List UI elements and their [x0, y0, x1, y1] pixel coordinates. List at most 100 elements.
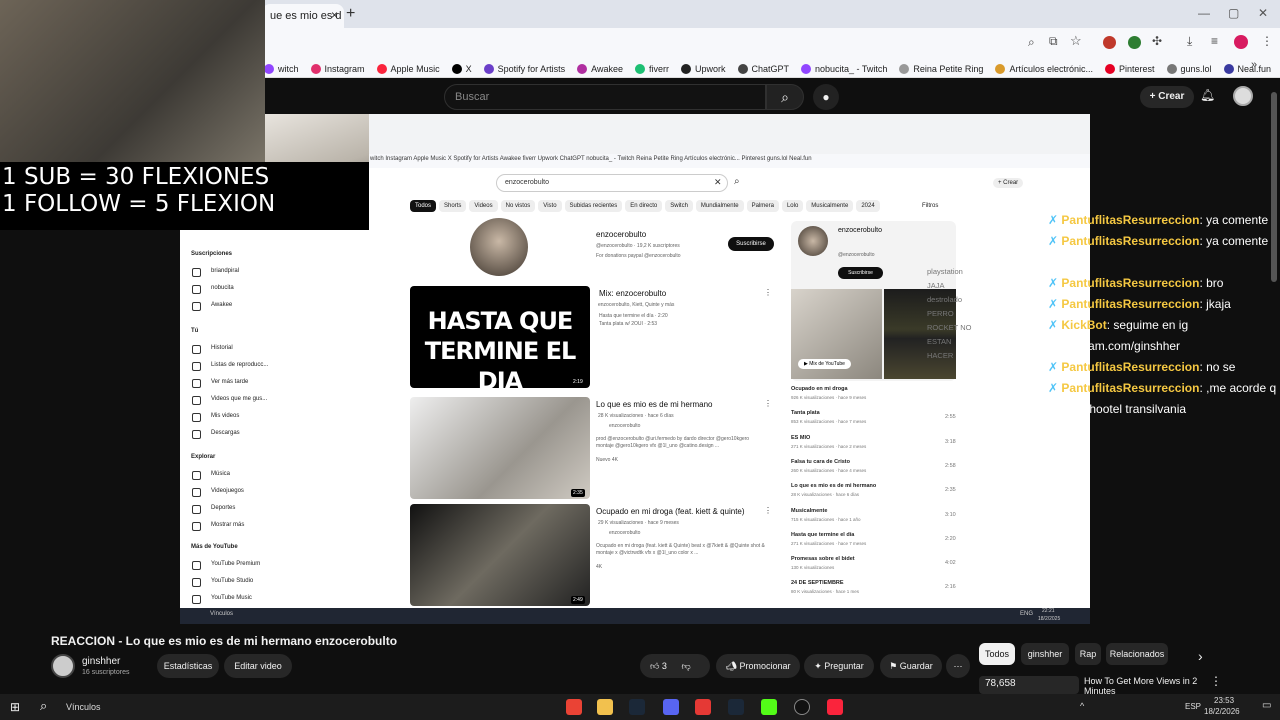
subscribe-button[interactable]: Suscribirse	[728, 237, 774, 251]
chip[interactable]: No vistos	[500, 200, 536, 212]
sidebar-item[interactable]: Mis videos	[180, 408, 370, 425]
list-item-title[interactable]: Promesas sobre el bidet	[791, 556, 956, 562]
search-button[interactable]: ⌕	[766, 84, 804, 110]
chat-username[interactable]: PantuflitasResurreccion	[1061, 213, 1199, 227]
search-icon[interactable]: ⌕	[40, 698, 47, 714]
puzzle-icon[interactable]: ✣	[1152, 34, 1162, 48]
list-item-title[interactable]: Lo que es mio es de mi hermano	[791, 483, 956, 489]
chat-username[interactable]: PantuflitasResurreccion	[1061, 276, 1199, 290]
extension-icon[interactable]	[1103, 36, 1116, 49]
bookmark-item[interactable]: Apple Music	[376, 64, 440, 74]
download-icon[interactable]: ⤓	[1187, 34, 1192, 49]
notification-icon[interactable]: ▭	[1262, 700, 1271, 711]
profile-icon[interactable]	[1234, 35, 1248, 49]
zoom-icon[interactable]: ⌕	[1028, 35, 1035, 50]
save-button[interactable]: ⚑ Guardar	[880, 654, 942, 678]
video-thumbnail[interactable]: HASTA QUE TERMINE EL DIA	[410, 286, 590, 395]
more-actions-button[interactable]: ⋯	[946, 654, 970, 678]
bookmark-item[interactable]: guns.lol	[1166, 64, 1212, 74]
language-indicator[interactable]: ESP	[1185, 702, 1201, 711]
close-window-icon[interactable]: ✕	[1258, 6, 1268, 20]
video-channel[interactable]: enzocerobulto	[609, 530, 640, 536]
search-input[interactable]: Buscar	[444, 84, 766, 110]
bookmark-item[interactable]: Artículos electrónic...	[995, 64, 1093, 74]
promote-button[interactable]: 📣︎ Promocionar	[716, 654, 800, 678]
bookmark-item[interactable]: fiverr	[634, 64, 669, 74]
sidebar-item[interactable]: nobucita	[180, 280, 370, 297]
bookmark-item[interactable]: Awakee	[577, 64, 623, 74]
channel-name[interactable]: ginshher	[82, 656, 120, 667]
sidebar-item[interactable]: Ver más tarde	[180, 374, 370, 391]
bookmark-item[interactable]: Upwork	[680, 64, 726, 74]
sidebar-item[interactable]: Videos que me gus...	[180, 391, 370, 408]
like-button[interactable]: 👍︎ 3 👎︎	[640, 654, 710, 678]
chip[interactable]: Visto	[538, 200, 562, 212]
list-item-title[interactable]: ES MIO	[791, 435, 956, 441]
chat-username[interactable]: PantuflitasResurreccion	[1061, 381, 1199, 395]
sidebar-item[interactable]: YouTube Premium	[180, 556, 370, 573]
channel-avatar[interactable]	[470, 218, 528, 276]
list-item-title[interactable]: Musicalmente	[791, 508, 956, 514]
close-icon[interactable]: ×	[331, 8, 338, 22]
cast-icon[interactable]: ⧉	[1049, 34, 1058, 49]
more-icon[interactable]: ⋮	[764, 506, 772, 515]
tray-chevron-icon[interactable]: ^	[1080, 701, 1084, 711]
more-icon[interactable]: ⋮	[764, 288, 772, 297]
bookmark-item[interactable]: Reina Petite Ring	[899, 64, 983, 74]
sidebar-item[interactable]: Mostrar más	[180, 517, 370, 534]
chip[interactable]: En directo	[625, 200, 663, 212]
list-item-title[interactable]: Hasta que termine el día	[791, 532, 956, 538]
chrome-icon[interactable]	[566, 699, 582, 715]
more-icon[interactable]: ⋮	[764, 399, 772, 408]
chat-username[interactable]: PantuflitasResurreccion	[1061, 234, 1199, 248]
inner-search-input[interactable]: enzocerobulto	[496, 174, 728, 192]
up-next-title[interactable]: How To Get More Views in 2 Minutes	[1084, 676, 1204, 696]
sidebar-item[interactable]: Historial	[180, 340, 370, 357]
channel-name[interactable]: enzocerobulto	[596, 230, 646, 239]
steam-icon[interactable]	[728, 699, 744, 715]
extension-icon[interactable]	[1128, 36, 1141, 49]
chevron-right-icon[interactable]: ›	[1198, 648, 1203, 664]
sidebar-item[interactable]: Videojuegos	[180, 483, 370, 500]
bookmark-item[interactable]: nobucita_ - Twitch	[801, 64, 887, 74]
folder-icon[interactable]	[597, 699, 613, 715]
bell-icon[interactable]: 🔔︎	[1200, 88, 1215, 102]
obs-icon[interactable]	[794, 699, 810, 715]
scrollbar[interactable]	[1271, 92, 1277, 282]
sidebar-item[interactable]: briandpiral	[180, 263, 370, 280]
related-chip[interactable]: Todos	[979, 643, 1015, 665]
chip[interactable]: Todos	[410, 200, 437, 212]
clear-icon[interactable]: ✕	[714, 177, 722, 188]
sidebar-item[interactable]: Música	[180, 466, 370, 483]
chip[interactable]: Palmera	[746, 200, 779, 212]
apple-music-icon[interactable]	[827, 699, 843, 715]
media-icon[interactable]: ≡	[1211, 34, 1218, 48]
card-avatar[interactable]	[798, 226, 828, 256]
windows-start-icon[interactable]: ⊞	[10, 700, 20, 714]
video-thumbnail[interactable]	[410, 397, 590, 499]
ask-button[interactable]: ✦ Preguntar	[804, 654, 874, 678]
browser-tab[interactable]: ue es mio es d ×	[262, 4, 344, 28]
chat-username[interactable]: PantuflitasResurreccion	[1061, 360, 1199, 374]
discord-icon[interactable]	[663, 699, 679, 715]
bookmark-item[interactable]: Neal.fun	[1223, 64, 1271, 74]
chip[interactable]: Lolo	[781, 200, 804, 212]
minimize-icon[interactable]: —	[1198, 6, 1210, 20]
maximize-icon[interactable]: ▢	[1228, 6, 1239, 20]
kick-icon[interactable]	[761, 699, 777, 715]
steam-icon[interactable]	[629, 699, 645, 715]
video-channel[interactable]: enzocerobulto	[609, 423, 640, 429]
sidebar-item[interactable]: Listas de reproducc...	[180, 357, 370, 374]
bookmark-item[interactable]: X	[451, 64, 472, 74]
chat-username[interactable]: KickBot	[1061, 318, 1106, 332]
sidebar-item[interactable]: Descargas	[180, 425, 370, 442]
video-title[interactable]: Mix: enzocerobulto	[599, 289, 666, 298]
dislike-icon[interactable]: 👎︎	[681, 661, 690, 671]
sidebar-item[interactable]: Deportes	[180, 500, 370, 517]
edit-video-button[interactable]: Editar video	[224, 654, 292, 678]
star-icon[interactable]: ☆	[1070, 33, 1082, 49]
chip[interactable]: Mundialmente	[695, 200, 744, 212]
chip[interactable]: 2024	[856, 200, 880, 212]
related-chip[interactable]: ginshher	[1021, 643, 1069, 665]
chat-username[interactable]: PantuflitasResurreccion	[1061, 297, 1199, 311]
